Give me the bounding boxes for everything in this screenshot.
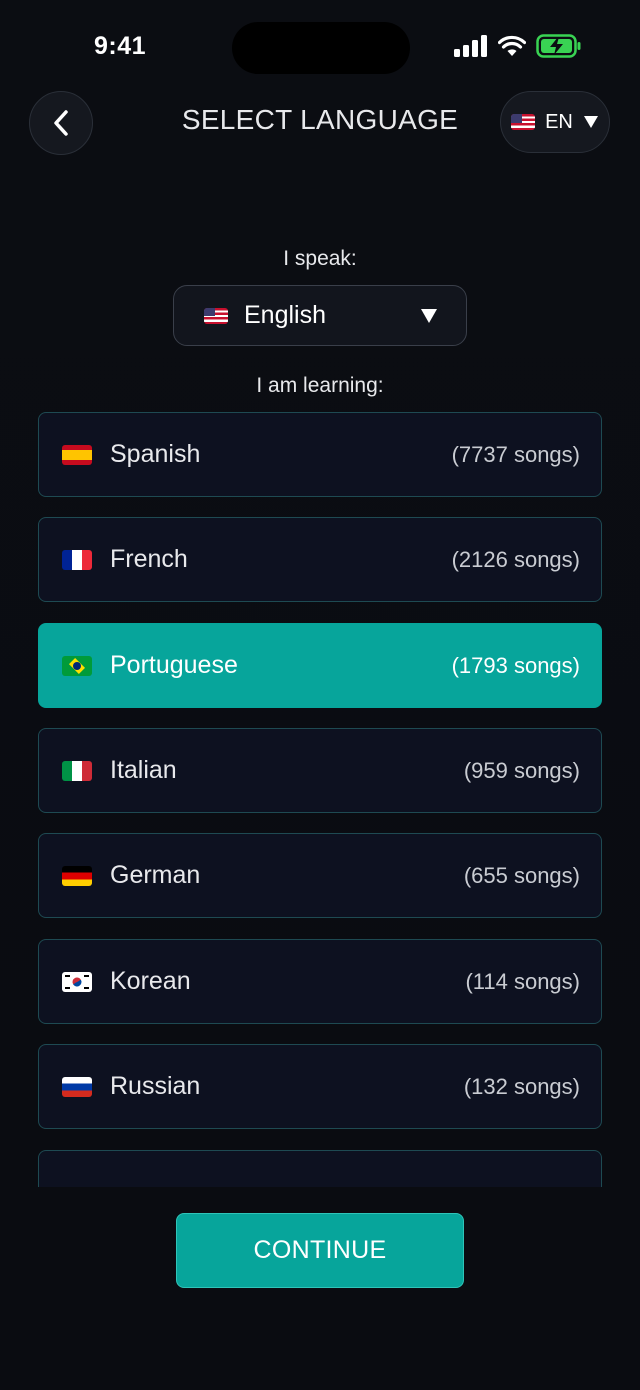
language-option-spanish[interactable]: Spanish (7737 songs) (38, 412, 602, 497)
cellular-signal-icon (454, 35, 487, 57)
language-name: French (110, 545, 188, 573)
language-name: Italian (110, 756, 177, 784)
france-flag-icon (62, 549, 92, 570)
ui-language-code: EN (545, 110, 573, 133)
song-count: (959 songs) (463, 757, 580, 783)
select-language-screen: 9:41 SELECT LANGUAGE EN I speak: English… (0, 0, 640, 1390)
wifi-icon (498, 35, 526, 56)
language-option-portuguese[interactable]: Portuguese (1793 songs) (38, 623, 602, 708)
language-option-russian[interactable]: Russian (132 songs) (38, 1044, 602, 1129)
status-bar: 9:41 (0, 0, 640, 96)
us-flag-icon (511, 114, 536, 130)
language-name: Spanish (110, 440, 201, 468)
song-count: (655 songs) (463, 862, 580, 888)
song-count: (132 songs) (463, 1073, 580, 1099)
dynamic-island (232, 22, 410, 74)
learning-label: I am learning: (256, 374, 384, 397)
learning-language-list[interactable]: Spanish (7737 songs) French (2126 songs)… (38, 412, 602, 1187)
russia-flag-icon (62, 1076, 92, 1097)
korea-flag-icon (62, 971, 92, 992)
native-language-dropdown[interactable]: English (173, 285, 467, 346)
status-icons (454, 34, 582, 58)
language-option-german[interactable]: German (655 songs) (38, 833, 602, 918)
song-count: (7737 songs) (451, 441, 580, 467)
language-option-korean[interactable]: Korean (114 songs) (38, 939, 602, 1024)
us-flag-icon (204, 307, 228, 324)
battery-charging-icon (536, 34, 581, 58)
spain-flag-icon (62, 444, 92, 465)
germany-flag-icon (62, 865, 92, 886)
language-name: Russian (110, 1072, 201, 1100)
language-name: German (110, 861, 201, 889)
language-name: Korean (110, 967, 191, 995)
status-time: 9:41 (94, 32, 147, 60)
language-option-italian[interactable]: Italian (959 songs) (38, 728, 602, 813)
language-option-partial[interactable] (38, 1150, 602, 1187)
caret-down-icon (421, 308, 437, 323)
ui-language-selector[interactable]: EN (500, 91, 610, 153)
brazil-flag-icon (62, 655, 92, 676)
song-count: (1793 songs) (451, 652, 580, 678)
song-count: (2126 songs) (451, 546, 580, 572)
italy-flag-icon (62, 760, 92, 781)
speak-label: I speak: (283, 247, 357, 270)
language-option-french[interactable]: French (2126 songs) (38, 517, 602, 602)
language-name: Portuguese (110, 651, 238, 679)
caret-down-icon (583, 116, 598, 128)
continue-button[interactable]: CONTINUE (176, 1213, 464, 1288)
native-language-value: English (244, 301, 326, 329)
song-count: (114 songs) (465, 968, 580, 994)
